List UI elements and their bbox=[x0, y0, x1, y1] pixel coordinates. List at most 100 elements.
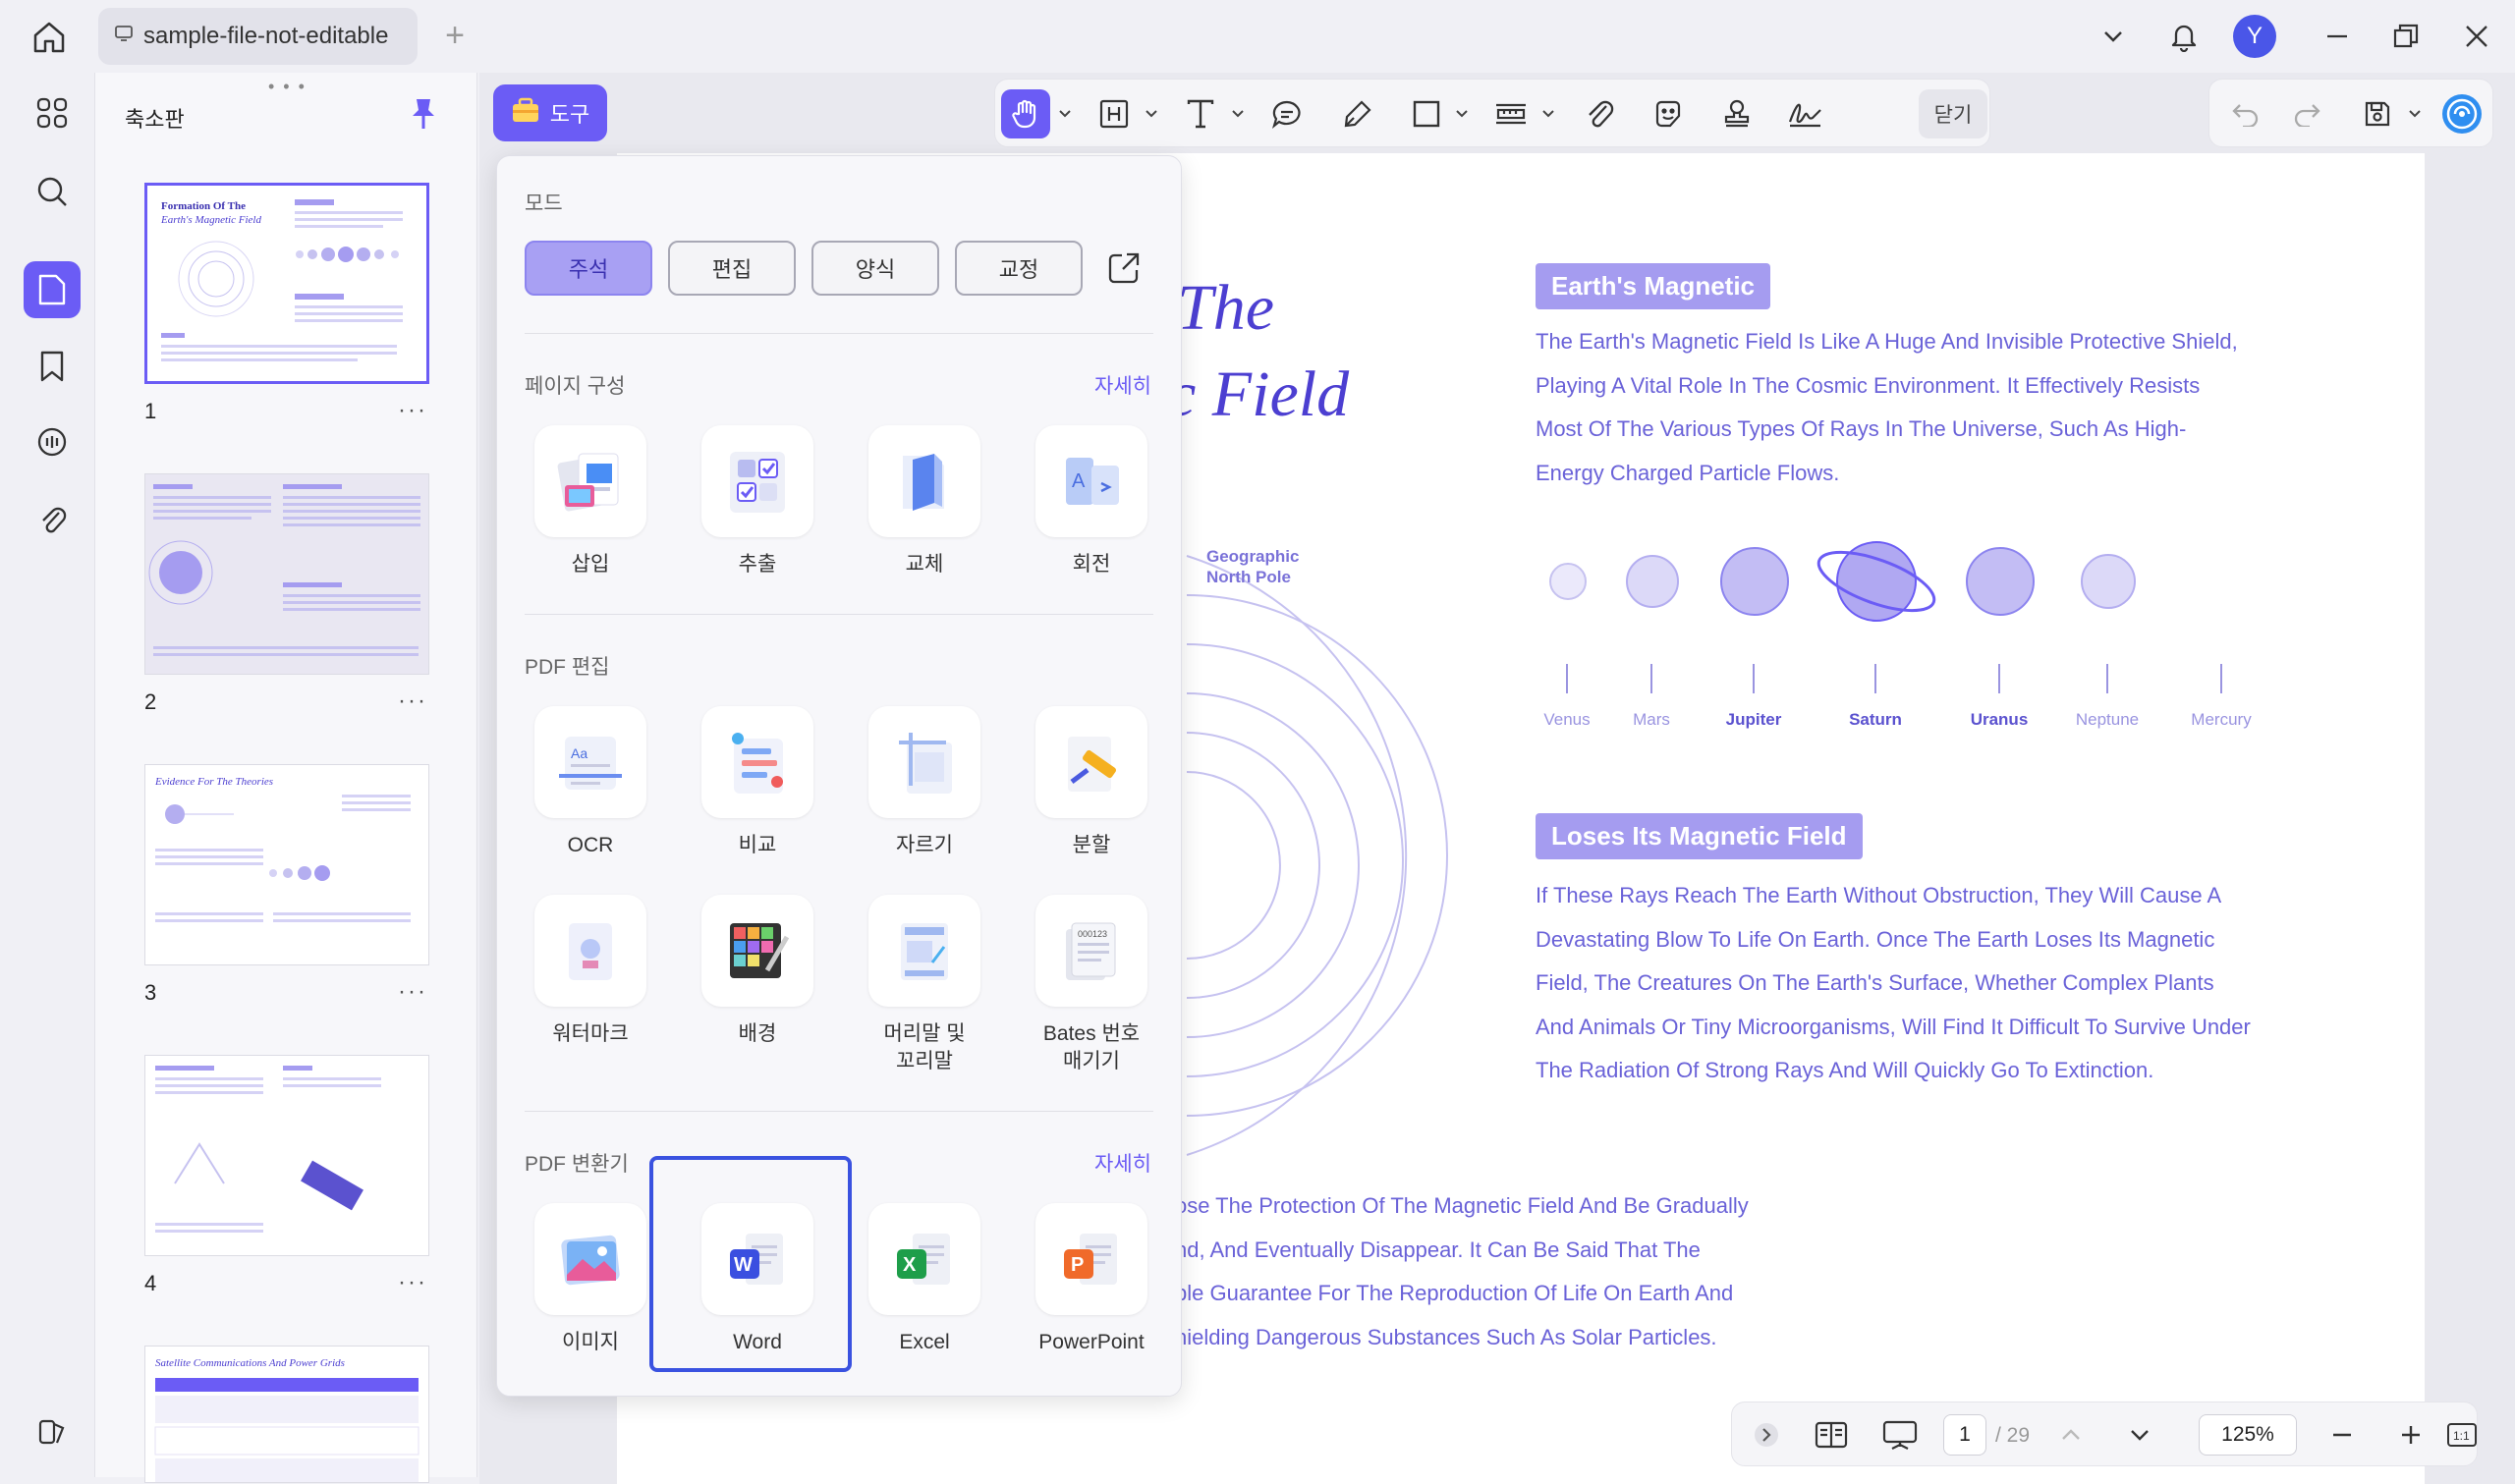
pin-icon[interactable] bbox=[408, 96, 439, 132]
mode-form-button[interactable]: 양식 bbox=[811, 241, 939, 296]
theme-icon[interactable] bbox=[24, 1402, 81, 1459]
close-icon[interactable] bbox=[2454, 14, 2499, 59]
pen-tool-icon[interactable] bbox=[1333, 89, 1382, 138]
svg-text:Aa: Aa bbox=[571, 745, 587, 761]
chevron-down-icon[interactable] bbox=[1231, 107, 1245, 121]
svg-text:000123: 000123 bbox=[1078, 929, 1107, 939]
attach-tool-icon[interactable] bbox=[1575, 89, 1624, 138]
split-icon[interactable] bbox=[1035, 706, 1147, 818]
thumbnail-more-icon[interactable]: ··· bbox=[398, 397, 427, 424]
convert-image-label: 이미지 bbox=[562, 1331, 619, 1353]
sticker-tool-icon[interactable] bbox=[1644, 89, 1693, 138]
extract-page-icon[interactable] bbox=[701, 425, 813, 537]
signature-tool-icon[interactable] bbox=[1781, 89, 1830, 138]
page-number-3: 3 bbox=[144, 980, 157, 1005]
background-icon[interactable] bbox=[701, 895, 813, 1007]
collapse-nav-icon[interactable] bbox=[1744, 1412, 1789, 1457]
add-tab-icon[interactable]: + bbox=[437, 18, 473, 53]
page-thumbnail-1[interactable]: Formation Of The Earth's Magnetic Field bbox=[144, 183, 429, 384]
zoom-level-select[interactable]: 125% bbox=[2199, 1414, 2297, 1456]
next-page-icon[interactable] bbox=[2117, 1412, 2162, 1457]
pdf-converter-more-link[interactable]: 자세히 bbox=[1094, 1148, 1151, 1178]
planet-label: Mars bbox=[1633, 710, 1670, 729]
replace-page-icon[interactable] bbox=[868, 425, 980, 537]
page-thumbnail-2[interactable] bbox=[144, 473, 429, 675]
restore-icon[interactable] bbox=[2383, 14, 2429, 59]
mode-edit-button[interactable]: 편집 bbox=[668, 241, 796, 296]
ai-assistant-icon[interactable] bbox=[2437, 89, 2487, 138]
previous-page-icon[interactable] bbox=[2048, 1412, 2094, 1457]
convert-excel-icon[interactable]: X bbox=[868, 1203, 980, 1315]
watermark-icon[interactable] bbox=[534, 895, 646, 1007]
bell-icon[interactable] bbox=[2161, 14, 2207, 59]
zoom-out-icon[interactable] bbox=[2319, 1412, 2365, 1457]
search-icon[interactable] bbox=[24, 163, 81, 220]
page-thumbnail-5[interactable]: Satellite Communications And Power Grids bbox=[144, 1346, 429, 1483]
measure-tool-icon[interactable] bbox=[1486, 89, 1536, 138]
insert-page-icon[interactable] bbox=[534, 425, 646, 537]
convert-image-icon[interactable] bbox=[534, 1203, 646, 1315]
avatar[interactable]: Y bbox=[2232, 14, 2277, 59]
ocr-icon[interactable]: Aa bbox=[534, 706, 646, 818]
open-external-icon[interactable] bbox=[1106, 250, 1146, 290]
mode-annotate-button[interactable]: 주석 bbox=[525, 241, 652, 296]
drag-handle-icon[interactable]: • • • bbox=[268, 77, 307, 97]
thumbnail-more-icon[interactable]: ··· bbox=[398, 1269, 427, 1296]
current-page-input[interactable]: 1 bbox=[1943, 1414, 1986, 1456]
tools-button[interactable]: 도구 bbox=[493, 84, 607, 141]
home-icon[interactable] bbox=[29, 18, 69, 57]
section-tag-2: Loses Its Magnetic Field bbox=[1536, 813, 1863, 859]
compare-label: 비교 bbox=[738, 834, 777, 856]
presentation-icon[interactable] bbox=[1877, 1412, 1923, 1457]
header-footer-icon[interactable] bbox=[868, 895, 980, 1007]
chevron-down-icon[interactable] bbox=[1541, 107, 1555, 121]
page-thumbnail-4[interactable] bbox=[144, 1055, 429, 1256]
close-tools-button[interactable]: 닫기 bbox=[1919, 89, 1987, 138]
crop-icon[interactable] bbox=[868, 706, 980, 818]
document-tab[interactable]: sample-file-not-editable bbox=[98, 8, 418, 65]
tools-dropdown-panel: 모드 주석 편집 양식 교정 페이지 구성 자세히 삽입 추출 교체 A 회전 … bbox=[496, 155, 1182, 1397]
chevron-down-icon[interactable] bbox=[1455, 107, 1469, 121]
chevron-down-icon[interactable] bbox=[1145, 107, 1158, 121]
attachment-icon[interactable] bbox=[24, 491, 81, 548]
svg-text:P: P bbox=[1071, 1254, 1084, 1276]
toolbox-icon bbox=[511, 96, 540, 130]
save-icon[interactable] bbox=[2353, 89, 2402, 138]
page-organize-more-link[interactable]: 자세히 bbox=[1094, 370, 1151, 400]
thumbnail-more-icon[interactable]: ··· bbox=[398, 687, 427, 715]
paragraph-1: The Earth's Magnetic Field Is Like A Hug… bbox=[1536, 329, 2238, 485]
comment-tool-icon[interactable] bbox=[1262, 89, 1312, 138]
chevron-down-icon[interactable] bbox=[2408, 107, 2422, 121]
undo-icon[interactable] bbox=[2221, 89, 2270, 138]
page-layout-icon[interactable] bbox=[1809, 1412, 1854, 1457]
bookmark-icon[interactable] bbox=[24, 338, 81, 395]
rotate-page-icon[interactable]: A bbox=[1035, 425, 1147, 537]
ocr-label: OCR bbox=[567, 834, 614, 856]
chevron-down-icon[interactable] bbox=[2091, 14, 2136, 59]
text-tool-icon[interactable] bbox=[1176, 89, 1225, 138]
stamp-tool-icon[interactable] bbox=[1712, 89, 1761, 138]
thumbnail-more-icon[interactable]: ··· bbox=[398, 978, 427, 1006]
planets-diagram bbox=[1549, 541, 2136, 622]
paragraph-3-line: hielding Dangerous Substances Such As So… bbox=[1175, 1324, 1717, 1349]
highlight-tool-icon[interactable] bbox=[1090, 89, 1139, 138]
apps-grid-icon[interactable] bbox=[24, 84, 81, 141]
chevron-down-icon[interactable] bbox=[1058, 107, 1072, 121]
background-label: 배경 bbox=[738, 1022, 777, 1045]
thumbnails-icon[interactable] bbox=[24, 261, 81, 318]
tab-title: sample-file-not-editable bbox=[143, 23, 389, 49]
convert-powerpoint-icon[interactable]: P bbox=[1035, 1203, 1147, 1315]
zoom-in-icon[interactable] bbox=[2388, 1412, 2433, 1457]
rectangle-tool-icon[interactable] bbox=[1402, 89, 1451, 138]
bates-number-icon[interactable]: 000123 bbox=[1035, 895, 1147, 1007]
comment-icon[interactable] bbox=[24, 414, 81, 471]
compare-icon[interactable] bbox=[701, 706, 813, 818]
mode-redact-button[interactable]: 교정 bbox=[955, 241, 1083, 296]
minimize-icon[interactable] bbox=[2315, 14, 2360, 59]
hand-tool-icon[interactable] bbox=[1001, 89, 1050, 138]
actual-size-icon[interactable]: 1:1 bbox=[2445, 1412, 2479, 1457]
page-thumbnail-3[interactable]: Evidence For The Theories bbox=[144, 764, 429, 965]
redo-icon[interactable] bbox=[2282, 89, 2331, 138]
crop-label: 자르기 bbox=[896, 834, 953, 856]
paragraph-3-line: ose The Protection Of The Magnetic Field… bbox=[1175, 1193, 1749, 1218]
